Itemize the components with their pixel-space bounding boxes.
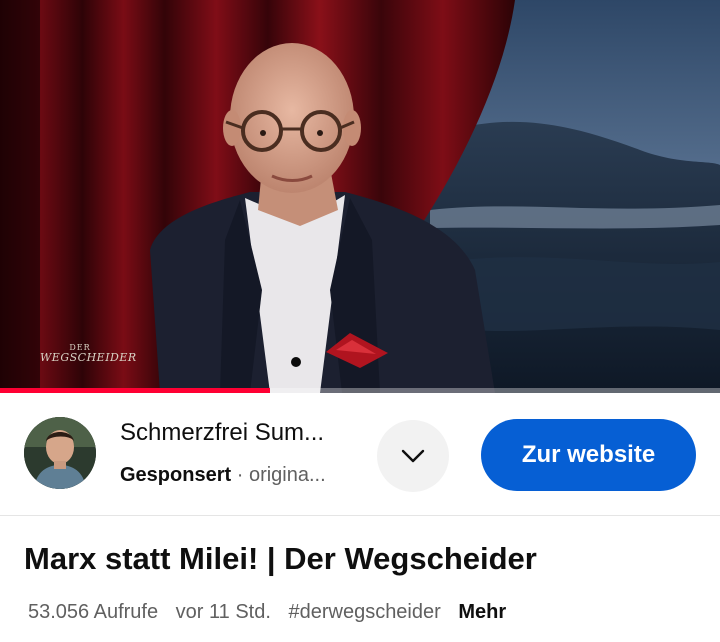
more-button[interactable]: Mehr: [458, 601, 506, 623]
channel-watermark: DER WEGSCHEIDER: [40, 344, 137, 364]
advertiser-avatar[interactable]: [24, 417, 96, 489]
upload-age: vor 11 Std.: [175, 601, 271, 623]
view-count: 53.056 Aufrufe: [28, 601, 159, 623]
sponsored-label: Gesponsert: [120, 464, 232, 486]
avatar-image: [24, 417, 96, 489]
watermark-main: WEGSCHEIDER: [40, 351, 137, 364]
video-player[interactable]: DER WEGSCHEIDER: [0, 0, 720, 393]
ad-meta-line: Gesponsert · origina...: [120, 464, 360, 487]
hashtag-link[interactable]: #derwegscheider: [288, 601, 440, 623]
visit-website-button[interactable]: Zur website: [481, 419, 696, 491]
video-meta: 53.056 Aufrufe vor 11 Std. #derwegscheid…: [28, 601, 506, 624]
ad-origin-text: origina...: [248, 464, 326, 486]
chevron-down-icon: [401, 449, 425, 463]
advertiser-name[interactable]: Schmerzfrei Sum...: [120, 419, 360, 447]
video-title[interactable]: Marx statt Milei! | Der Wegscheider: [24, 541, 537, 577]
section-divider: [0, 515, 720, 516]
sponsored-ad-row: Schmerzfrei Sum... Gesponsert · origina.…: [0, 393, 720, 515]
expand-ad-button[interactable]: [377, 420, 449, 492]
video-frame: [0, 0, 720, 393]
meta-separator: ·: [236, 464, 244, 486]
